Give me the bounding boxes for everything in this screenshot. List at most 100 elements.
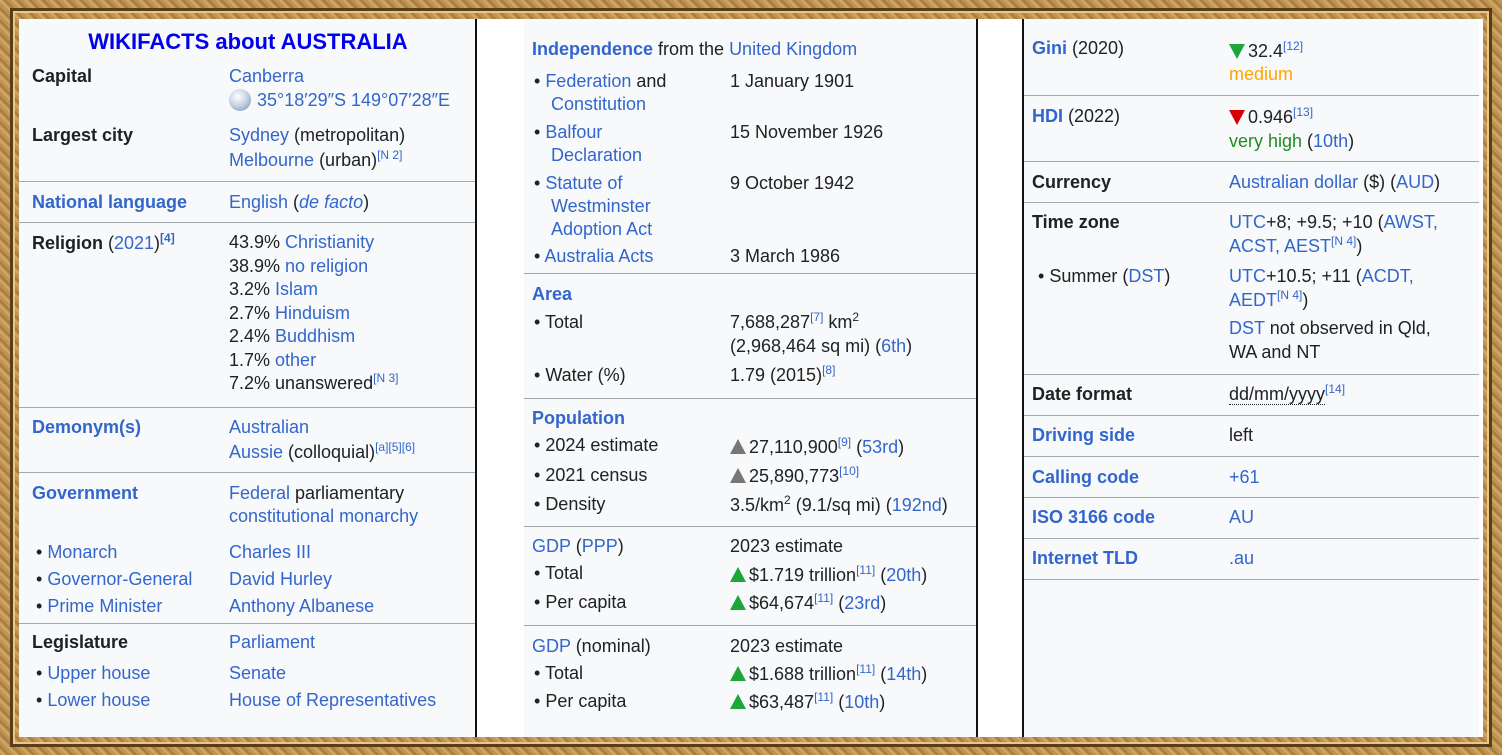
demonym-2: Aussie (colloquial)[a][5][6] [229, 440, 416, 462]
hdi-rating: very high (10th) [1229, 131, 1355, 151]
religion-pct: 7.2% [229, 373, 276, 393]
gov-subrow-value[interactable]: Anthony Albanese [229, 595, 374, 618]
indep-event-link[interactable]: Balfour [545, 122, 602, 142]
gdp-ppp-total-value: $1.719 trillion[11] (20th) [730, 564, 927, 587]
pop-2021-value: 25,890,773[10] [730, 465, 859, 488]
gini-value: 32.4[12] [1229, 40, 1303, 63]
calling-code-value[interactable]: +61 [1229, 466, 1260, 489]
indep-label-line-2[interactable]: Westminster [551, 195, 651, 218]
leg-subrow-value[interactable]: Senate [229, 662, 286, 685]
column-left: WIKIFACTS about AUSTRALIA Capital Canber… [19, 19, 477, 737]
legislature-label: Legislature [32, 632, 129, 652]
summer-line-2: AEDT[N 4]) [1229, 288, 1309, 310]
indep-label-line-3[interactable]: Adoption Act [551, 218, 652, 241]
gov-role-link[interactable]: Monarch [47, 542, 117, 562]
religion-name[interactable]: Islam [275, 279, 318, 299]
row-gdp-nominal: GDP (nominal) 2023 estimate • Total $1.6… [524, 625, 976, 737]
gini-label: Gini (2020) [1032, 38, 1125, 58]
gov-role-link[interactable]: Governor-General [47, 569, 192, 589]
capital-coords[interactable]: 35°18′29″S 149°07′28″E [229, 89, 450, 112]
gdp-nom-estimate: 2023 estimate [730, 636, 844, 656]
area-total-value: 7,688,287[7] km2 [730, 310, 860, 332]
indep-date: 9 October 1942 [730, 173, 855, 193]
religion-name[interactable]: other [275, 350, 316, 370]
gdp-nom-total-label: • Total [534, 663, 584, 683]
legislature-value[interactable]: Parliament [229, 631, 315, 654]
increase-icon [730, 468, 746, 483]
iso-code-value[interactable]: AU [1229, 506, 1254, 529]
internet-tld-label[interactable]: Internet TLD [1032, 547, 1138, 570]
indep-label-line-1: • Statute of [534, 173, 623, 193]
gdp-nom-total-value: $1.688 trillion[11] (14th) [730, 663, 927, 686]
religion-item: 3.2% Islam [229, 278, 398, 302]
currency-label: Currency [1032, 172, 1112, 192]
dst-note-1: DST not observed in Qld, [1229, 318, 1431, 338]
gdp-ppp-label: GDP (PPP) [532, 536, 624, 556]
indep-event-link[interactable]: Federation [545, 71, 631, 91]
largest-city-label: Largest city [32, 125, 134, 145]
indep-event-link[interactable]: Australia Acts [544, 246, 653, 266]
gov-subrow-value[interactable]: Charles III [229, 541, 311, 564]
tz-line-2: ACST, AEST[N 4]) [1229, 234, 1363, 256]
row-currency: Currency Australian dollar ($) (AUD) [1024, 161, 1479, 202]
government-value-1: Federal parliamentary [229, 483, 405, 503]
divider-1 [475, 19, 477, 737]
capital-label: Capital [32, 66, 93, 86]
religion-ref[interactable]: [N 3] [373, 371, 398, 385]
national-language-label[interactable]: National language [32, 191, 187, 214]
gap-1 [477, 19, 524, 737]
column-middle: Independence from the United Kingdom • F… [524, 19, 976, 737]
gov-subrow-value[interactable]: David Hurley [229, 568, 332, 591]
driving-side-value: left [1229, 425, 1254, 445]
government-value-2[interactable]: constitutional monarchy [229, 505, 418, 528]
indep-date: 3 March 1986 [730, 246, 841, 266]
leg-subrow-label: • Upper house [36, 663, 151, 683]
pop-2024-value: 27,110,900[9] (53rd) [730, 436, 904, 459]
capital-link[interactable]: Canberra [229, 65, 304, 88]
pop-2024-label: • 2024 estimate [534, 435, 659, 455]
religion-pct: 2.4% [229, 326, 276, 346]
demonym-1[interactable]: Australian [229, 416, 309, 439]
leg-house-link[interactable]: Lower house [47, 690, 150, 710]
religion-name[interactable]: Buddhism [275, 326, 355, 346]
demonym-label[interactable]: Demonym(s) [32, 416, 141, 439]
iso-code-label[interactable]: ISO 3166 code [1032, 506, 1155, 529]
row-time-zone: Time zone UTC+8; +9.5; +10 (AWST, ACST, … [1024, 202, 1479, 373]
gov-role-link[interactable]: Prime Minister [47, 596, 162, 616]
row-religion: Religion (2021)[4] 43.9% Christianity 38.… [19, 222, 477, 407]
internet-tld-value[interactable]: .au [1229, 547, 1254, 570]
indep-label-line-2[interactable]: Constitution [551, 93, 646, 116]
gdp-ppp-total-label: • Total [534, 563, 584, 583]
row-demonym: Demonym(s) Australian Aussie (colloquial… [19, 407, 477, 472]
column-right: Gini (2020) 32.4[12] medium HDI (2022) 0… [1024, 19, 1479, 737]
increase-icon [730, 694, 746, 709]
indep-date: 15 November 1926 [730, 122, 884, 142]
indep-label-line-1: • Balfour [534, 122, 603, 142]
religion-name[interactable]: no religion [285, 256, 368, 276]
leg-subrow-value[interactable]: House of Representatives [229, 689, 436, 712]
driving-side-label[interactable]: Driving side [1032, 424, 1135, 447]
increase-icon [730, 666, 746, 681]
religion-name: unanswered [275, 373, 374, 393]
indep-label-line-2[interactable]: Declaration [551, 144, 642, 167]
hdi-value: 0.946[13] [1229, 106, 1313, 129]
calling-code-label[interactable]: Calling code [1032, 466, 1139, 489]
government-label[interactable]: Government [32, 482, 138, 505]
independence-label: Independence from the United Kingdom [532, 39, 858, 59]
row-date-format: Date format dd/mm/yyyy[14] [1024, 374, 1479, 415]
indep-event-link[interactable]: Statute of [545, 173, 622, 193]
area-total-sqmi: (2,968,464 sq mi) (6th) [730, 336, 913, 356]
area-label[interactable]: Area [532, 283, 572, 306]
gov-subrow-label: • Prime Minister [36, 596, 163, 616]
leg-subrow-label: • Lower house [36, 690, 151, 710]
water-label: • Water (%) [534, 365, 626, 385]
tz-line-1: UTC+8; +9.5; +10 (AWST, [1229, 212, 1438, 232]
row-national-language: National language English (de facto) [19, 181, 477, 222]
religion-name[interactable]: Christianity [285, 232, 374, 252]
summer-label: • Summer (DST) [1038, 266, 1171, 286]
pop-2021-label: • 2021 census [534, 465, 648, 485]
religion-pct: 3.2% [229, 279, 276, 299]
religion-name[interactable]: Hinduism [275, 303, 350, 323]
leg-house-link[interactable]: Upper house [47, 663, 150, 683]
population-label[interactable]: Population [532, 407, 625, 430]
